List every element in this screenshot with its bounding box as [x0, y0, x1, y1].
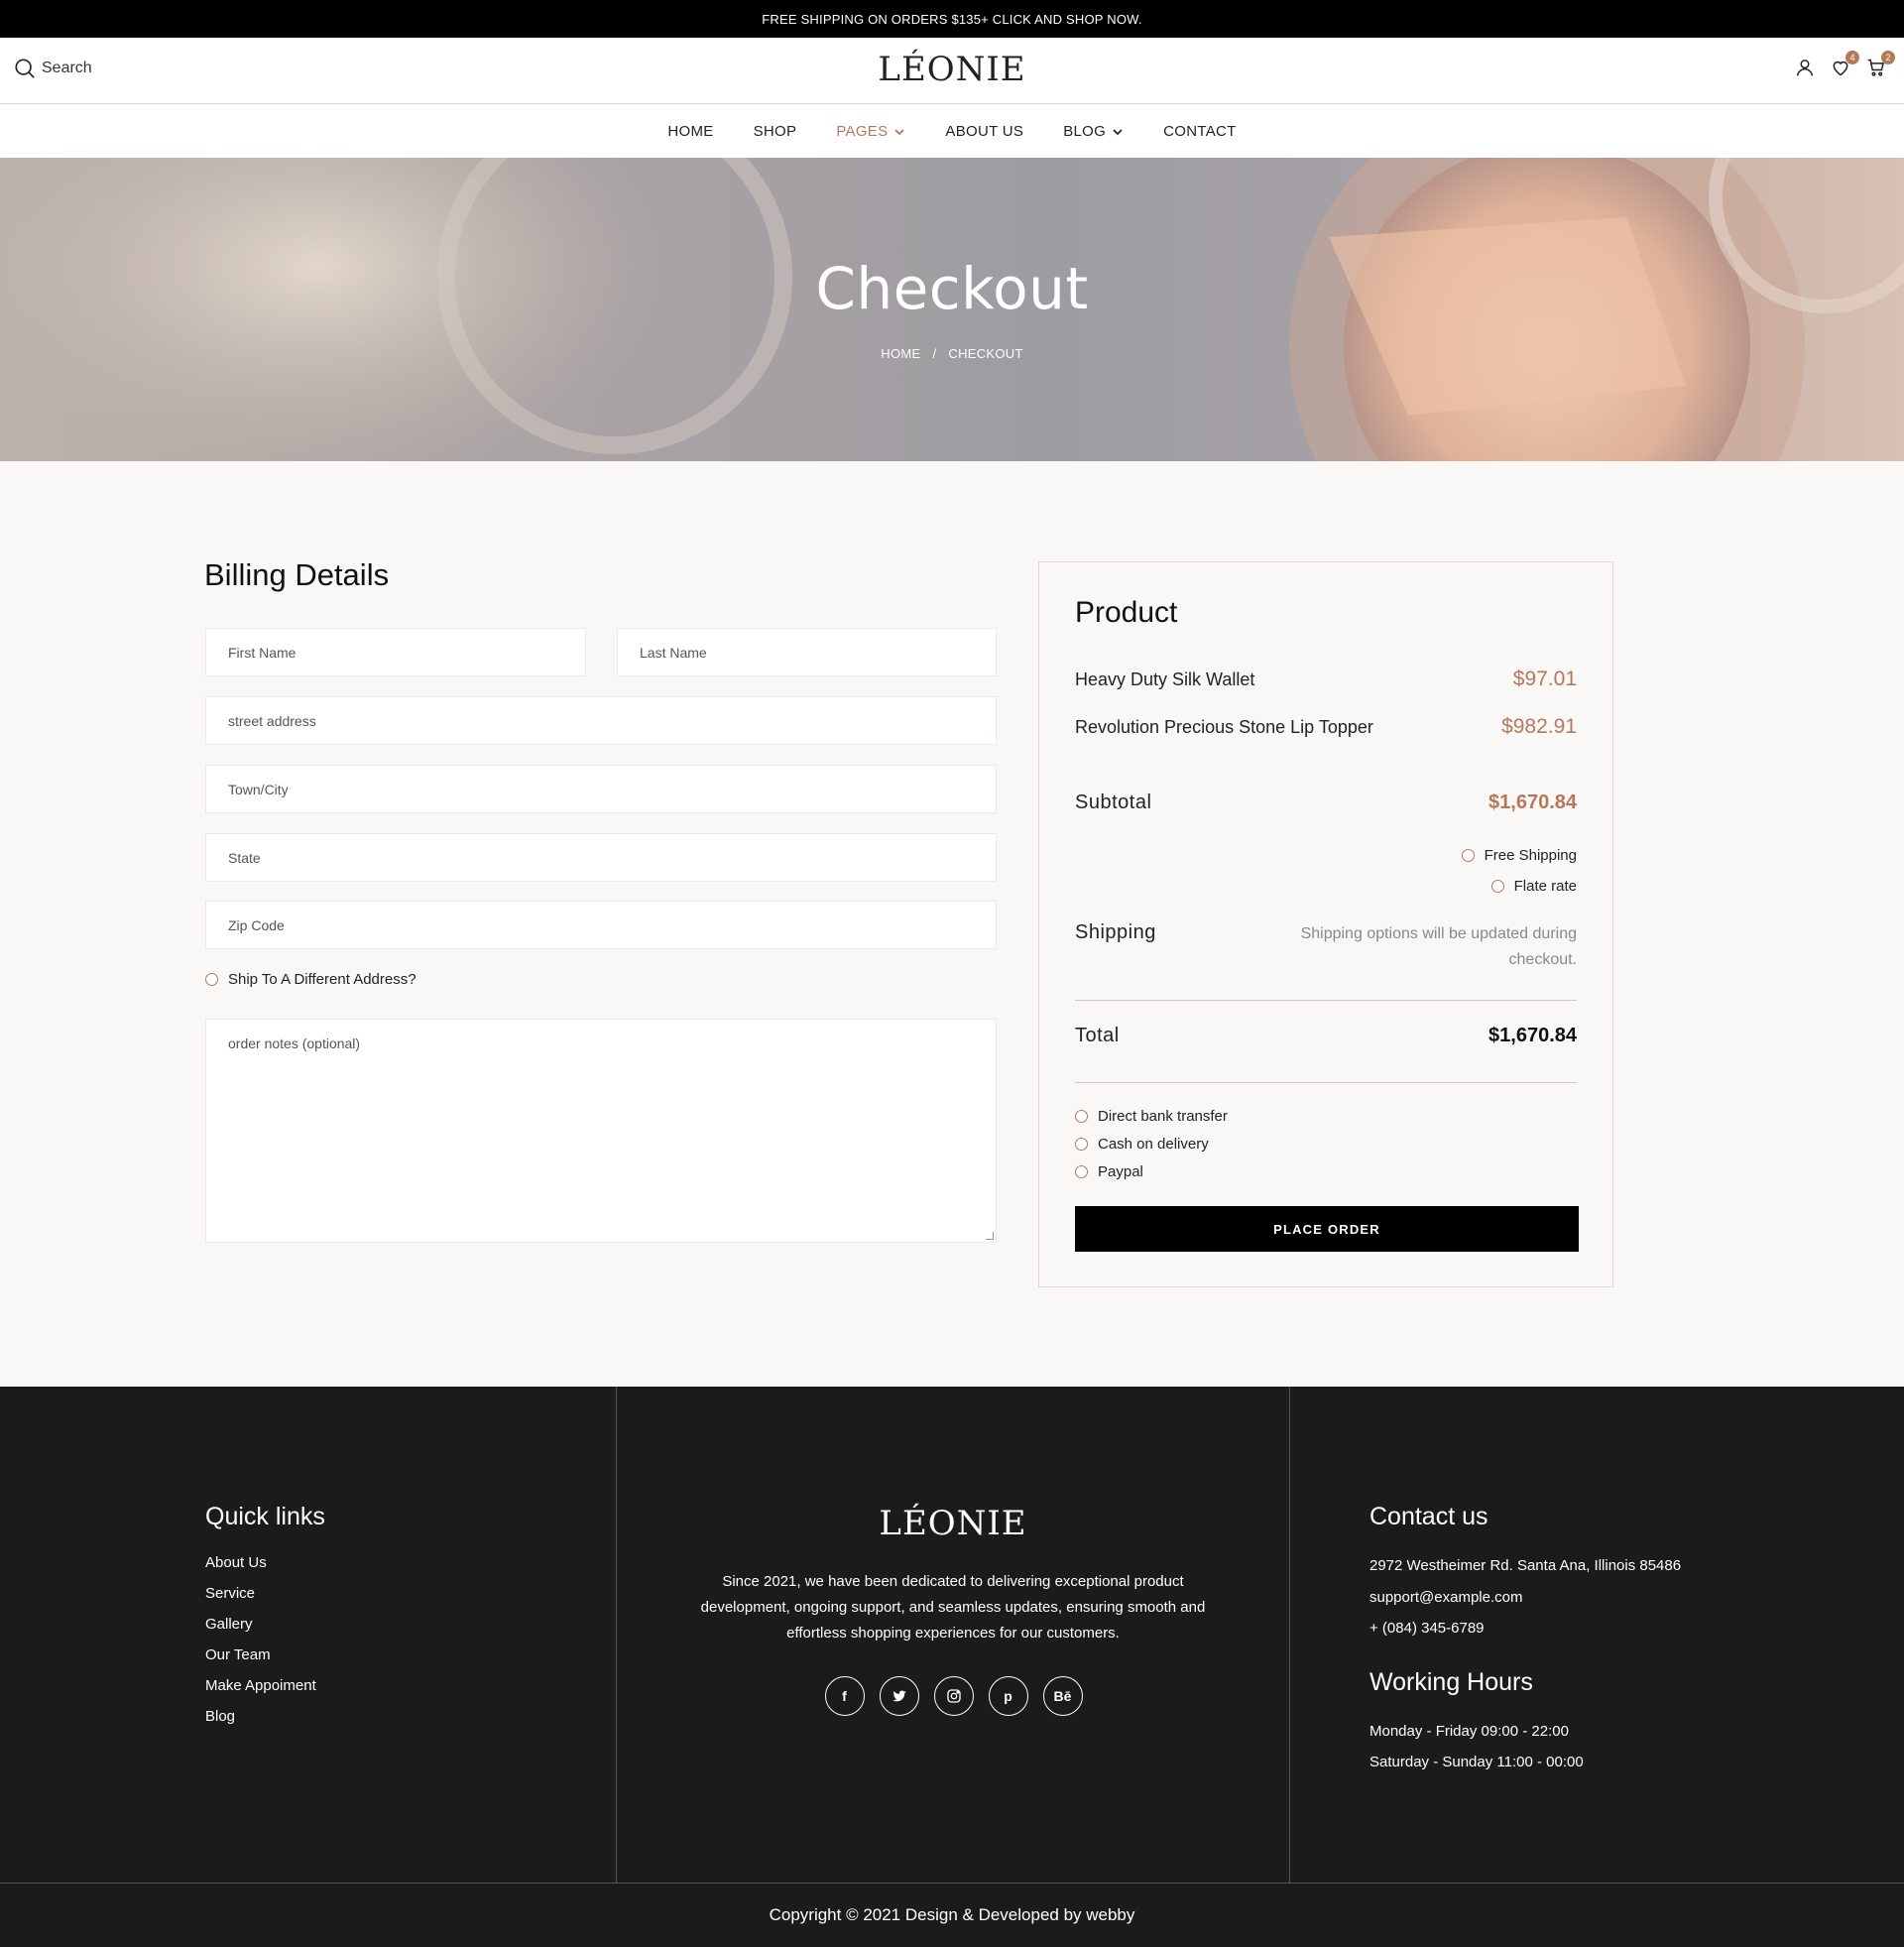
billing-details-title: Billing Details	[204, 557, 390, 592]
user-icon	[1796, 60, 1814, 76]
total-label: Total	[1075, 1025, 1120, 1046]
footer-link-about-us[interactable]: About Us	[205, 1554, 267, 1571]
nav-about-us[interactable]: ABOUT US	[945, 123, 1023, 140]
wishlist-count-badge: 4	[1845, 51, 1859, 64]
breadcrumb: HOME / CHECKOUT	[0, 346, 1904, 361]
hours-weekday: Monday - Friday 09:00 - 22:00	[1369, 1723, 1569, 1740]
shipping-option-flat[interactable]: Flate rate	[1490, 878, 1577, 895]
ship-different-address-option[interactable]: Ship To A Different Address?	[205, 971, 416, 988]
instagram-glyph-icon	[946, 1689, 961, 1703]
announcement-text: FREE SHIPPING ON ORDERS $135+ CLICK AND …	[762, 11, 1142, 27]
site-logo[interactable]: LÉONIE	[0, 50, 1904, 89]
subtotal-value: $1,670.84	[1488, 791, 1577, 813]
wishlist-button[interactable]: 4	[1831, 51, 1859, 79]
copyright-bar: Copyright © 2021 Design & Developed by w…	[0, 1883, 1904, 1947]
shipping-note: Shipping options will be updated during …	[1300, 925, 1577, 968]
behance-icon[interactable]: Bē	[1042, 1676, 1083, 1716]
page-title: Checkout	[815, 255, 1089, 322]
nav-blog[interactable]: BLOG	[1063, 123, 1124, 140]
town-city-field[interactable]: Town/City	[205, 765, 997, 813]
order-item-price: $97.01	[1512, 668, 1577, 690]
order-notes-textarea[interactable]: order notes (optional)	[205, 1019, 997, 1243]
shipping-label: Shipping	[1075, 921, 1156, 943]
street-address-field[interactable]: street address	[205, 696, 997, 745]
facebook-icon[interactable]: f	[824, 1676, 865, 1716]
shipping-option-free[interactable]: Free Shipping	[1461, 847, 1577, 864]
breadcrumb-separator: /	[932, 346, 937, 361]
footer-link-our-team[interactable]: Our Team	[205, 1646, 271, 1663]
chevron-down-icon	[1113, 128, 1123, 135]
quick-links-title: Quick links	[205, 1503, 325, 1530]
cart-button[interactable]: 2	[1866, 51, 1895, 79]
order-item: Heavy Duty Silk Wallet $97.01	[1075, 668, 1577, 691]
total-row: Total $1,670.84	[1075, 1025, 1577, 1047]
order-summary: Product Heavy Duty Silk Wallet $97.01 Re…	[1038, 561, 1613, 1287]
order-item-price: $982.91	[1501, 715, 1577, 738]
announcement-bar[interactable]: FREE SHIPPING ON ORDERS $135+ CLICK AND …	[0, 0, 1904, 38]
footer-email[interactable]: support@example.com	[1369, 1589, 1522, 1606]
order-summary-title: Product	[1075, 596, 1178, 629]
subtotal-label: Subtotal	[1075, 791, 1152, 813]
payment-radio[interactable]	[1075, 1165, 1088, 1178]
shipping-row: Shipping	[1075, 921, 1194, 944]
footer-logo[interactable]: LÉONIE	[617, 1504, 1289, 1543]
place-order-button[interactable]: PLACE ORDER	[1075, 1206, 1579, 1252]
order-item: Revolution Precious Stone Lip Topper $98…	[1075, 715, 1577, 739]
twitter-icon[interactable]	[879, 1676, 919, 1716]
account-button[interactable]	[1795, 58, 1817, 79]
order-item-name: Heavy Duty Silk Wallet	[1075, 669, 1255, 689]
cart-count-badge: 2	[1881, 51, 1895, 64]
footer-link-gallery[interactable]: Gallery	[205, 1616, 253, 1633]
resize-handle-icon[interactable]	[986, 1232, 994, 1240]
zip-code-field[interactable]: Zip Code	[205, 901, 997, 949]
contact-us-title: Contact us	[1369, 1503, 1488, 1530]
payment-radio[interactable]	[1075, 1138, 1088, 1151]
site-header: Search LÉONIE 4 2	[0, 38, 1904, 104]
nav-home[interactable]: HOME	[667, 123, 713, 140]
divider	[1075, 1000, 1577, 1001]
order-item-name: Revolution Precious Stone Lip Topper	[1075, 716, 1373, 737]
footer-link-service[interactable]: Service	[205, 1585, 255, 1602]
payment-option-bank-transfer[interactable]: Direct bank transfer	[1075, 1108, 1228, 1125]
divider	[1075, 1082, 1577, 1083]
subtotal-row: Subtotal $1,670.84	[1075, 791, 1577, 814]
social-links: f p Bē	[0, 1676, 1904, 1716]
pinterest-icon[interactable]: p	[988, 1676, 1028, 1716]
hours-weekend: Saturday - Sunday 11:00 - 00:00	[1369, 1754, 1584, 1770]
footer-address: 2972 Westheimer Rd. Santa Ana, Illinois …	[1369, 1557, 1682, 1574]
last-name-field[interactable]: Last Name	[617, 628, 997, 676]
shipping-radio[interactable]	[1461, 849, 1475, 862]
site-footer: Quick links About Us Service Gallery Our…	[0, 1387, 1904, 1883]
state-field[interactable]: State	[205, 833, 997, 882]
breadcrumb-current: CHECKOUT	[948, 346, 1023, 361]
footer-phone[interactable]: + (084) 345-6789	[1369, 1620, 1485, 1637]
payment-option-paypal[interactable]: Paypal	[1075, 1163, 1143, 1180]
nav-pages[interactable]: PAGES	[836, 123, 905, 140]
ship-different-radio[interactable]	[205, 973, 218, 986]
working-hours-title: Working Hours	[1369, 1668, 1533, 1696]
page-hero-banner: Checkout HOME / CHECKOUT	[0, 158, 1904, 461]
nav-contact[interactable]: CONTACT	[1163, 123, 1236, 140]
twitter-bird-icon	[892, 1690, 906, 1702]
footer-divider	[616, 1387, 617, 1883]
nav-shop[interactable]: SHOP	[754, 123, 797, 140]
main-nav: HOME SHOP PAGES ABOUT US BLOG CONTACT	[0, 105, 1904, 158]
shipping-radio[interactable]	[1490, 880, 1504, 893]
payment-radio[interactable]	[1075, 1110, 1088, 1123]
copyright-text: Copyright © 2021 Design & Developed by w…	[769, 1905, 1135, 1924]
payment-option-cash-on-delivery[interactable]: Cash on delivery	[1075, 1136, 1209, 1153]
first-name-field[interactable]: First Name	[205, 628, 586, 676]
chevron-down-icon	[894, 128, 905, 135]
footer-about-text: Since 2021, we have been dedicated to de…	[700, 1573, 1206, 1642]
total-value: $1,670.84	[1488, 1025, 1577, 1046]
breadcrumb-home[interactable]: HOME	[881, 346, 920, 361]
footer-divider	[1289, 1387, 1290, 1883]
instagram-icon[interactable]	[933, 1676, 974, 1716]
